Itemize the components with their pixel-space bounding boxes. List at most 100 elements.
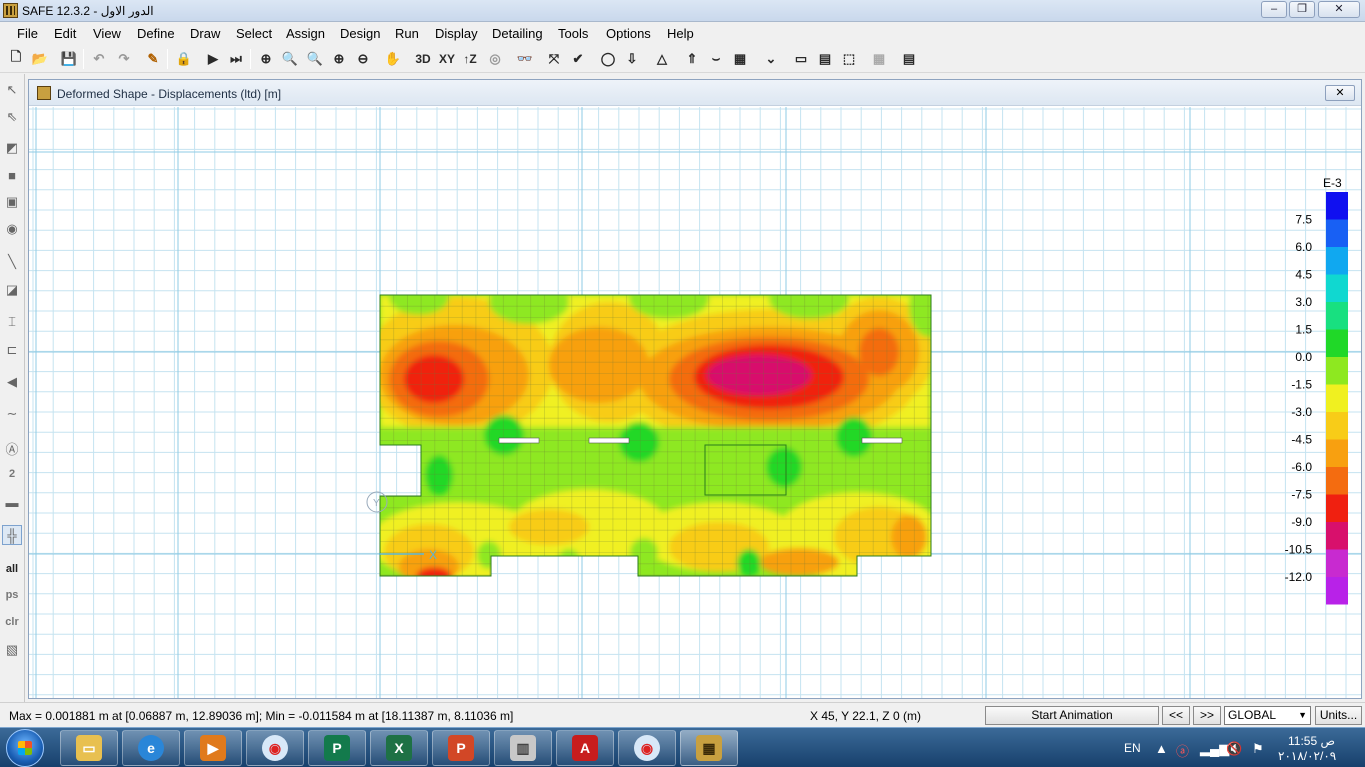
show-deformed-icon[interactable]: △ bbox=[651, 48, 673, 70]
network-signal-icon[interactable]: ▂▄▆ bbox=[1200, 741, 1229, 757]
zoom-in-icon[interactable]: ⊕ bbox=[328, 48, 350, 70]
document-close-button[interactable]: ✕ bbox=[1325, 85, 1355, 101]
draw-tendon-icon[interactable]: ⊏ bbox=[2, 340, 22, 360]
show-strip-forces-icon[interactable]: ⌄ bbox=[760, 48, 782, 70]
zoom-out-icon[interactable]: ⊖ bbox=[352, 48, 374, 70]
zoom-full-icon[interactable]: 🔍 bbox=[304, 48, 326, 70]
save-icon[interactable]: 💾 bbox=[58, 48, 80, 70]
clock-date[interactable]: ٢٠١٨/٠٢/٠٩ bbox=[1278, 749, 1336, 763]
taskbar-safe[interactable]: ▦ bbox=[680, 730, 738, 766]
edit-pencil-icon[interactable]: ✎ bbox=[142, 48, 164, 70]
select-all-button[interactable]: all bbox=[2, 559, 22, 579]
draw-wall-icon[interactable]: ◪ bbox=[2, 280, 22, 300]
close-button[interactable]: ✕ bbox=[1318, 1, 1360, 18]
minimize-button[interactable]: – bbox=[1261, 1, 1287, 18]
menu-detailing[interactable]: Detailing bbox=[492, 26, 543, 41]
previous-step-button[interactable]: << bbox=[1162, 706, 1190, 725]
menu-display[interactable]: Display bbox=[435, 26, 478, 41]
menu-edit[interactable]: Edit bbox=[54, 26, 76, 41]
taskbar-media-player[interactable]: ▶ bbox=[184, 730, 242, 766]
show-tables-icon[interactable]: ▦ bbox=[868, 48, 890, 70]
rotate-view-icon[interactable]: ◎ bbox=[484, 48, 506, 70]
show-slab-forces-icon[interactable]: ▦ bbox=[729, 48, 751, 70]
draw-slab-icon[interactable]: ◩ bbox=[2, 138, 22, 158]
taskbar-explorer[interactable]: ▭ bbox=[60, 730, 118, 766]
draw-column-icon[interactable]: ▣ bbox=[2, 192, 22, 212]
menu-assign[interactable]: Assign bbox=[286, 26, 325, 41]
menu-view[interactable]: View bbox=[93, 26, 121, 41]
action-center-icon[interactable]: ⚑ bbox=[1252, 741, 1264, 757]
reshape-icon[interactable]: ⇖ bbox=[2, 107, 22, 127]
next-step-button[interactable]: >> bbox=[1193, 706, 1221, 725]
menu-define[interactable]: Define bbox=[137, 26, 175, 41]
taskbar-powerpoint[interactable]: P bbox=[432, 730, 490, 766]
snap-intersection-icon[interactable]: 2 bbox=[2, 464, 22, 484]
redo-icon[interactable]: ↷ bbox=[113, 48, 135, 70]
clear-selection-button[interactable]: clr bbox=[2, 612, 22, 632]
taskbar-app-globe-2[interactable]: ◉ bbox=[618, 730, 676, 766]
intersecting-line-select-icon[interactable]: ▧ bbox=[2, 640, 22, 660]
clock-time[interactable]: 11:55 ص bbox=[1288, 734, 1335, 748]
taskbar-app-globe[interactable]: ◉ bbox=[246, 730, 304, 766]
run-analysis-icon[interactable]: ▶ bbox=[202, 48, 224, 70]
show-detailing-icon[interactable]: ⬚ bbox=[838, 48, 860, 70]
view-xy-button[interactable]: XY bbox=[436, 48, 458, 70]
model-view-canvas[interactable]: X Y E-3 7.5 6.0 4.5 3.0 1.5 0.0 -1.5 -3.0 -4.5 -6… bbox=[29, 107, 1361, 698]
taskbar-internet-explorer[interactable]: e bbox=[122, 730, 180, 766]
units-button[interactable]: Units... bbox=[1315, 706, 1362, 725]
menu-options[interactable]: Options bbox=[606, 26, 651, 41]
start-button[interactable] bbox=[6, 729, 44, 767]
show-loads-icon[interactable]: ⇩ bbox=[621, 48, 643, 70]
taskbar-etabs[interactable]: ▥ bbox=[494, 730, 552, 766]
select-previous-button[interactable]: ps bbox=[2, 585, 22, 605]
restore-button[interactable]: ❐ bbox=[1289, 1, 1315, 18]
safe-app-icon[interactable] bbox=[3, 3, 18, 18]
taskbar-excel[interactable]: X bbox=[370, 730, 428, 766]
speaker-muted-icon[interactable]: 🔇 bbox=[1226, 741, 1242, 757]
menu-help[interactable]: Help bbox=[667, 26, 694, 41]
display-tables-icon[interactable]: ▤ bbox=[898, 48, 920, 70]
draw-curve-icon[interactable]: ∼ bbox=[2, 404, 22, 424]
taskbar-publisher[interactable]: P bbox=[308, 730, 366, 766]
snap-grid-icon[interactable]: ╬ bbox=[2, 525, 22, 545]
run-design-icon[interactable]: ⏭ bbox=[225, 48, 247, 70]
set-display-options-icon[interactable]: 👓 bbox=[514, 48, 536, 70]
undo-icon[interactable]: ↶ bbox=[88, 48, 110, 70]
snap-icon[interactable]: Ⓐ bbox=[2, 438, 22, 458]
coordinate-system-select[interactable]: GLOBAL ▼ bbox=[1224, 706, 1311, 725]
zoom-window-icon[interactable]: ⊕ bbox=[255, 48, 277, 70]
menu-draw[interactable]: Draw bbox=[190, 26, 220, 41]
draw-strip-icon[interactable]: ⌶ bbox=[2, 312, 22, 332]
check-model-icon[interactable]: ✔ bbox=[567, 48, 589, 70]
show-undeformed-icon[interactable]: ◯ bbox=[597, 48, 619, 70]
open-file-icon[interactable]: 📂 bbox=[29, 48, 51, 70]
draw-line-load-icon[interactable]: ◀ bbox=[2, 372, 22, 392]
acrobat-tray-icon[interactable]: ⓐ bbox=[1176, 741, 1189, 760]
show-punching-icon[interactable]: ▭ bbox=[790, 48, 812, 70]
taskbar-autocad[interactable]: A bbox=[556, 730, 614, 766]
lock-model-icon[interactable]: 🔒 bbox=[173, 48, 195, 70]
show-reactions-icon[interactable]: ⇑ bbox=[681, 48, 703, 70]
draw-beam-icon[interactable]: ╲ bbox=[2, 252, 22, 272]
pointer-icon[interactable]: ↖ bbox=[2, 80, 22, 100]
show-hidden-icons-icon[interactable]: ▲ bbox=[1155, 741, 1168, 756]
menu-select[interactable]: Select bbox=[236, 26, 272, 41]
draw-circle-icon[interactable]: ◉ bbox=[2, 219, 22, 239]
show-design-icon[interactable]: ▤ bbox=[814, 48, 836, 70]
menu-tools[interactable]: Tools bbox=[558, 26, 588, 41]
language-indicator[interactable]: EN bbox=[1124, 741, 1141, 755]
new-file-icon[interactable]: 🗋 bbox=[5, 48, 27, 70]
menu-run[interactable]: Run bbox=[395, 26, 419, 41]
draw-rectangle-icon[interactable]: ■ bbox=[2, 165, 22, 185]
show-beam-forces-icon[interactable]: ⌣ bbox=[705, 48, 727, 70]
pan-hand-icon[interactable]: ✋ bbox=[382, 48, 404, 70]
menu-file[interactable]: File bbox=[17, 26, 38, 41]
zoom-restore-icon[interactable]: 🔍 bbox=[279, 48, 301, 70]
snap-line-icon[interactable]: ▬ bbox=[2, 492, 22, 512]
menu-design[interactable]: Design bbox=[340, 26, 380, 41]
displacement-contour-plot[interactable]: X Y E-3 7.5 6.0 4.5 3.0 1.5 0.0 -1.5 -3.0 -4.5 -6… bbox=[29, 107, 1361, 698]
view-3d-button[interactable]: 3D bbox=[412, 48, 434, 70]
object-shrink-icon[interactable]: ⤧ bbox=[543, 48, 565, 70]
view-z-button[interactable]: ↑Z bbox=[459, 48, 481, 70]
start-animation-button[interactable]: Start Animation bbox=[985, 706, 1159, 725]
